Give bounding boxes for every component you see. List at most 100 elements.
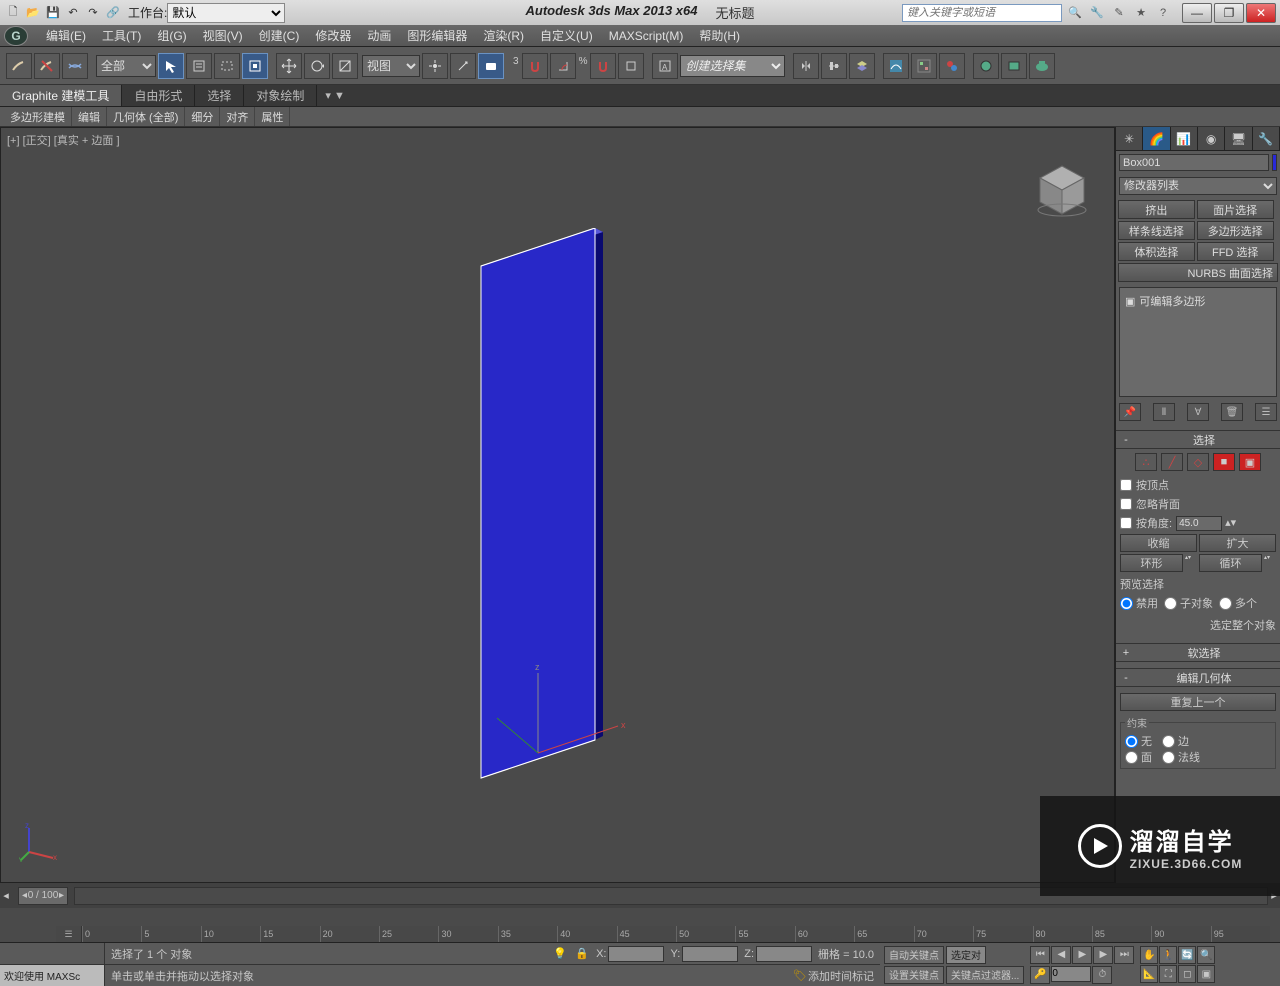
vertex-icon[interactable]: ∴ — [1135, 453, 1157, 471]
x-input[interactable] — [608, 946, 664, 962]
viewport-maximize[interactable]: [+] — [7, 135, 20, 147]
btn-polysel[interactable]: 多边形选择 — [1197, 221, 1274, 240]
radio-edge[interactable]: 边 — [1162, 733, 1189, 749]
manipulate-icon[interactable] — [450, 53, 476, 79]
radio-disable[interactable]: 禁用 — [1120, 595, 1158, 611]
unlink-icon[interactable] — [34, 53, 60, 79]
z-input[interactable] — [756, 946, 812, 962]
edge-icon[interactable]: ╱ — [1161, 453, 1183, 471]
angle-snap-icon[interactable] — [550, 53, 576, 79]
chk-ignoreback[interactable]: 忽略背面 — [1120, 496, 1276, 512]
tab-objpaint[interactable]: 对象绘制 — [244, 85, 317, 106]
element-icon[interactable]: ▣ — [1239, 453, 1261, 471]
box-object[interactable]: z x — [473, 228, 635, 776]
keyboard-shortcut-icon[interactable] — [478, 53, 504, 79]
setkey-button[interactable]: 设置关键点 — [884, 966, 944, 984]
tab-motion-icon[interactable]: ◉ — [1198, 127, 1225, 150]
menu-customize[interactable]: 自定义(U) — [532, 25, 601, 46]
modifier-stack[interactable]: ▣ 可编辑多边形 — [1119, 287, 1277, 397]
open-icon[interactable]: 📂 — [24, 5, 42, 21]
panel-props[interactable]: 属性 — [255, 107, 290, 126]
tab-display-icon[interactable]: 🖥 — [1225, 127, 1252, 150]
goto-start-icon[interactable]: ⏮ — [1030, 946, 1050, 964]
render-setup-icon[interactable] — [973, 53, 999, 79]
radio-subobj[interactable]: 子对象 — [1164, 595, 1213, 611]
stack-item-editablepoly[interactable]: ▣ 可编辑多边形 — [1123, 291, 1273, 311]
maximize-viewport-icon[interactable]: ▣ — [1197, 965, 1215, 983]
panel-align[interactable]: 对齐 — [220, 107, 255, 126]
make-unique-icon[interactable]: ∀ — [1187, 403, 1209, 421]
panel-polymodel[interactable]: 多边形建模 — [4, 107, 72, 126]
btn-grow[interactable]: 扩大 — [1199, 534, 1276, 552]
btn-splinesel[interactable]: 样条线选择 — [1118, 221, 1195, 240]
mirror-icon[interactable] — [793, 53, 819, 79]
close-button[interactable]: ✕ — [1246, 3, 1276, 23]
menu-animation[interactable]: 动画 — [359, 25, 399, 46]
menu-modifiers[interactable]: 修改器 — [307, 25, 359, 46]
add-timetag[interactable]: 添加时间标记 — [808, 968, 874, 984]
curve-editor-icon[interactable] — [883, 53, 909, 79]
prev-frame-icon[interactable]: ◀ — [1051, 946, 1071, 964]
menu-group[interactable]: 组(G) — [149, 25, 194, 46]
chk-byangle[interactable] — [1120, 517, 1132, 529]
fov-icon[interactable]: 📐 — [1140, 965, 1158, 983]
menu-views[interactable]: 视图(V) — [195, 25, 251, 46]
search-input[interactable] — [902, 4, 1062, 22]
menu-rendering[interactable]: 渲染(R) — [475, 25, 532, 46]
btn-ring[interactable]: 环形 — [1120, 554, 1183, 572]
rollout-softsel-header[interactable]: + 软选择 — [1116, 644, 1280, 662]
snap-toggle-icon[interactable] — [522, 53, 548, 79]
comm-icon[interactable]: ✎ — [1110, 4, 1128, 22]
maximize-button[interactable]: ❐ — [1214, 3, 1244, 23]
menu-grapheditors[interactable]: 图形编辑器 — [399, 25, 475, 46]
remove-mod-icon[interactable]: 🗑 — [1221, 403, 1243, 421]
timeline-prev-icon[interactable]: ◂ — [0, 889, 12, 902]
lock-icon[interactable]: 💡 — [552, 946, 568, 962]
panel-geomall[interactable]: 几何体 (全部) — [107, 107, 185, 126]
pivot-center-icon[interactable] — [422, 53, 448, 79]
bind-spacewarp-icon[interactable] — [62, 53, 88, 79]
modifier-dropdown[interactable]: 修改器列表 — [1119, 177, 1277, 195]
zoom-all-icon[interactable]: ⛶ — [1159, 965, 1177, 983]
radio-multi[interactable]: 多个 — [1219, 595, 1257, 611]
angle-spinner-btns[interactable]: ▴▾ — [1225, 516, 1237, 531]
workspace-dropdown[interactable]: 默认 — [167, 3, 285, 23]
star-icon[interactable]: ★ — [1132, 4, 1150, 22]
autokey-button[interactable]: 自动关键点 — [884, 946, 944, 964]
btn-ffdsel[interactable]: FFD 选择 — [1197, 242, 1274, 261]
app-menu-icon[interactable]: G — [4, 26, 28, 46]
tab-freeform[interactable]: 自由形式 — [122, 85, 195, 106]
walk-icon[interactable]: 🚶 — [1159, 946, 1177, 964]
orbit-icon[interactable]: 🔄 — [1178, 946, 1196, 964]
percent-snap-icon[interactable] — [590, 53, 616, 79]
rollout-editgeo-header[interactable]: - 编辑几何体 — [1116, 669, 1280, 687]
radio-face[interactable]: 面 — [1125, 749, 1152, 765]
config-icon[interactable]: ☰ — [1255, 403, 1277, 421]
minimize-button[interactable]: — — [1182, 3, 1212, 23]
tab-utilities-icon[interactable]: 🔧 — [1253, 127, 1280, 150]
select-object-icon[interactable] — [158, 53, 184, 79]
panel-edit[interactable]: 编辑 — [72, 107, 107, 126]
material-editor-icon[interactable] — [939, 53, 965, 79]
menu-tools[interactable]: 工具(T) — [94, 25, 149, 46]
selset-button[interactable]: 选定对 — [946, 946, 986, 964]
radio-none[interactable]: 无 — [1125, 733, 1152, 749]
btn-shrink[interactable]: 收缩 — [1120, 534, 1197, 552]
named-selection-edit-icon[interactable]: A — [652, 53, 678, 79]
menu-create[interactable]: 创建(C) — [251, 25, 308, 46]
btn-volsel[interactable]: 体积选择 — [1118, 242, 1195, 261]
maxscript-mini[interactable] — [0, 943, 104, 965]
help-icon[interactable]: ? — [1154, 4, 1172, 22]
btn-nurbssel[interactable]: NURBS 曲面选择 — [1118, 263, 1278, 282]
tab-selection[interactable]: 选择 — [195, 85, 244, 106]
polygon-icon[interactable]: ■ — [1213, 453, 1235, 471]
align-icon[interactable] — [821, 53, 847, 79]
spinner-snap-icon[interactable] — [618, 53, 644, 79]
viewport-name[interactable]: [正交] — [23, 135, 51, 147]
redo-icon[interactable]: ↷ — [84, 5, 102, 21]
btn-loop[interactable]: 循环 — [1199, 554, 1262, 572]
selection-lock-icon[interactable]: 🔒 — [574, 946, 590, 962]
menu-maxscript[interactable]: MAXScript(M) — [601, 25, 692, 46]
time-config-icon[interactable]: ⏱ — [1092, 966, 1112, 984]
viewport[interactable]: [+] [正交] [真实 + 边面 ] — [0, 127, 1115, 883]
